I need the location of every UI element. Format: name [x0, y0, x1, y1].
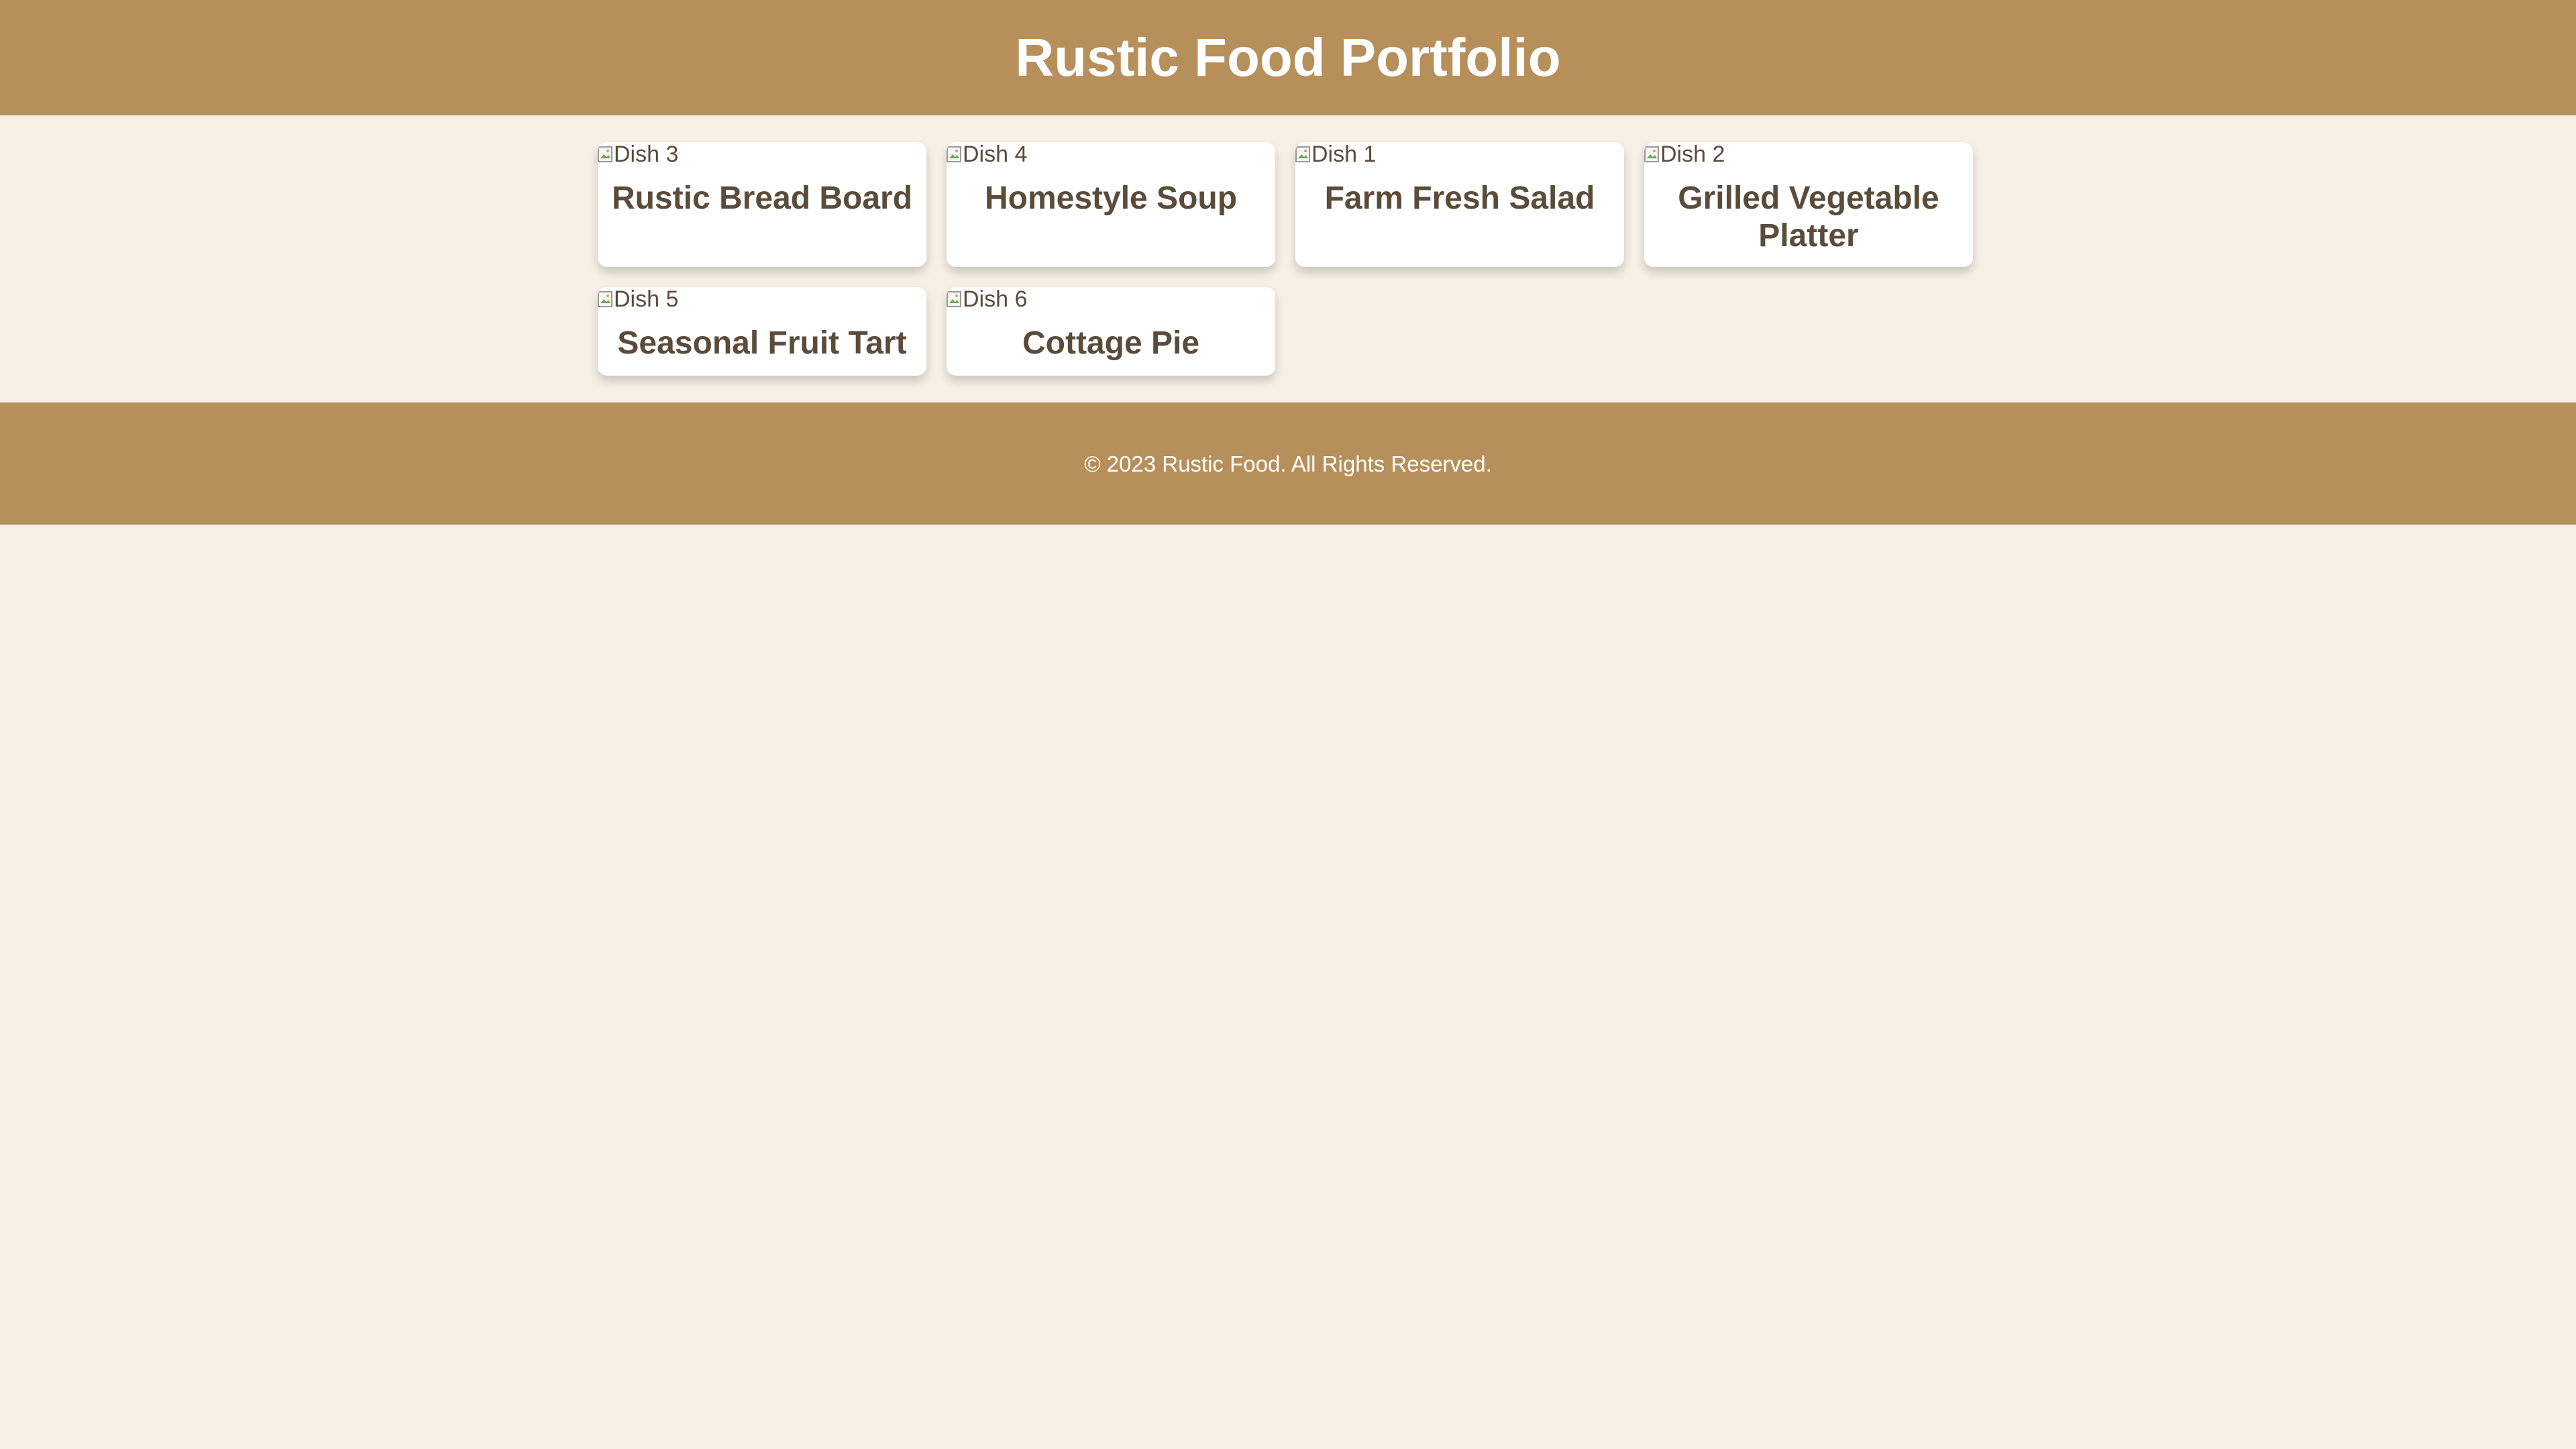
dish-image-alt-text: Dish 4: [963, 142, 1028, 167]
dish-card[interactable]: Dish 5 Seasonal Fruit Tart: [598, 287, 926, 376]
dish-image-alt-text: Dish 6: [963, 287, 1028, 312]
broken-image-icon: [947, 291, 961, 307]
dish-card[interactable]: Dish 6 Cottage Pie: [947, 287, 1275, 376]
dish-title: Seasonal Fruit Tart: [617, 325, 907, 361]
broken-image-icon: [1644, 146, 1659, 162]
dish-image-placeholder: Dish 1: [1295, 142, 1624, 166]
copyright-text: © 2023 Rustic Food. All Rights Reserved.: [1084, 451, 1492, 476]
dish-title: Cottage Pie: [1022, 325, 1200, 361]
dish-card[interactable]: Dish 2 Grilled Vegetable Platter: [1644, 142, 1973, 267]
broken-image-icon: [947, 146, 961, 162]
broken-image-icon: [598, 146, 612, 162]
dish-image-alt-text: Dish 5: [614, 287, 679, 312]
dish-title: Grilled Vegetable Platter: [1678, 180, 1939, 254]
dish-title: Homestyle Soup: [984, 180, 1238, 216]
food-gallery: Dish 3 Rustic Bread Board Dish 4 Homesty…: [598, 142, 1978, 376]
dish-title: Rustic Bread Board: [611, 180, 913, 216]
page-title: Rustic Food Portfolio: [1015, 28, 1561, 87]
dish-image-placeholder: Dish 2: [1644, 142, 1973, 166]
dish-image-alt-text: Dish 2: [1660, 142, 1725, 167]
dish-image-alt-text: Dish 3: [614, 142, 679, 167]
dish-card[interactable]: Dish 3 Rustic Bread Board: [598, 142, 926, 267]
dish-image-placeholder: Dish 3: [598, 142, 926, 166]
broken-image-icon: [598, 291, 612, 307]
dish-image-placeholder: Dish 4: [947, 142, 1275, 166]
dish-card[interactable]: Dish 1 Farm Fresh Salad: [1295, 142, 1624, 267]
site-footer: © 2023 Rustic Food. All Rights Reserved.: [0, 402, 2576, 525]
dish-image-placeholder: Dish 6: [947, 287, 1275, 311]
dish-image-placeholder: Dish 5: [598, 287, 926, 311]
dish-image-alt-text: Dish 1: [1311, 142, 1377, 167]
dish-card[interactable]: Dish 4 Homestyle Soup: [947, 142, 1275, 267]
dish-title: Farm Fresh Salad: [1324, 180, 1595, 216]
site-header: Rustic Food Portfolio: [0, 0, 2576, 115]
broken-image-icon: [1295, 146, 1310, 162]
